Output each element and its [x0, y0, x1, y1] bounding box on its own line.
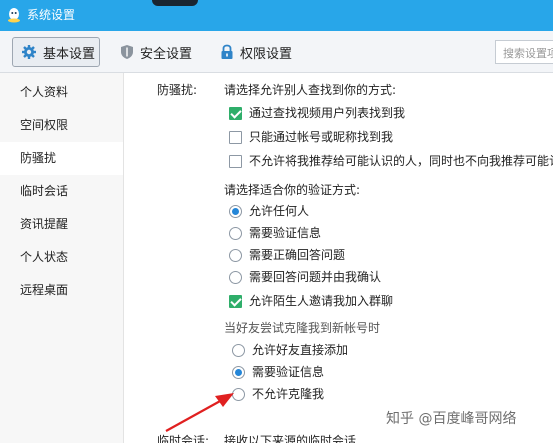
radio-clone-deny-label: 不允许克隆我 [252, 387, 325, 401]
window-title: 系统设置 [27, 8, 76, 22]
title-bar-decoration [152, 0, 198, 6]
tab-permission-settings[interactable]: 权限设置 [220, 37, 310, 67]
checkbox-no-recommend-label: 不允许将我推荐给可能认识的人，同时也不向我推荐可能认识的人 [249, 154, 553, 168]
shield-icon [121, 45, 133, 59]
radio-correct-answer[interactable] [229, 249, 242, 262]
checkbox-find-by-account[interactable] [229, 131, 242, 144]
radio-answer-confirm-label: 需要回答问题并由我确认 [249, 270, 382, 284]
radio-clone-allow-label: 允许好友直接添加 [252, 343, 349, 357]
checkbox-find-video-list-label: 通过查找视频用户列表找到我 [249, 106, 406, 120]
radio-clone-verify-label: 需要验证信息 [252, 365, 325, 379]
radio-need-verification-label: 需要验证信息 [249, 226, 322, 240]
watermark: 知乎 @百度峰哥网络 [386, 411, 517, 427]
lock-icon [221, 44, 233, 59]
sidebar-item-status[interactable]: 个人状态 [0, 241, 123, 274]
checkbox-group-invite-label: 允许陌生人邀请我加入群聊 [249, 294, 394, 308]
clone-heading: 当好友尝试克隆我到新帐号时 [224, 321, 381, 335]
checkbox-group-invite[interactable] [229, 295, 242, 308]
sidebar-item-space-permission[interactable]: 空间权限 [0, 109, 123, 142]
radio-need-verification[interactable] [229, 227, 242, 240]
section-label-temp-session: 临时会话: [157, 434, 210, 443]
radio-allow-anyone-label: 允许任何人 [249, 204, 310, 218]
radio-allow-anyone[interactable] [229, 205, 242, 218]
sidebar-item-remote-desktop[interactable]: 远程桌面 [0, 274, 123, 307]
top-toolbar: 基本设置 安全设置 权限设置 搜索设置项 [0, 31, 553, 73]
gear-icon [22, 45, 36, 59]
tab-basic-settings-label: 基本设置 [43, 46, 96, 62]
checkbox-no-recommend[interactable] [229, 155, 242, 168]
search-input[interactable]: 搜索设置项 [495, 40, 553, 64]
app-logo-icon [8, 8, 20, 23]
temp-session-text: 接收以下来源的临时会话 [224, 434, 357, 443]
radio-answer-confirm[interactable] [229, 271, 242, 284]
radio-clone-allow[interactable] [232, 344, 245, 357]
radio-correct-answer-label: 需要正确回答问题 [249, 248, 346, 262]
settings-content: 防骚扰: 请选择允许别人查找到你的方式: 通过查找视频用户列表找到我 只能通过帐… [125, 73, 553, 443]
tab-security-settings[interactable]: 安全设置 [120, 37, 210, 67]
section-label-anti-harassment: 防骚扰: [157, 83, 198, 97]
tab-basic-settings[interactable]: 基本设置 [12, 37, 100, 67]
red-arrow-annotation [165, 393, 234, 432]
checkbox-find-video-list[interactable] [229, 107, 242, 120]
sidebar-item-anti-harassment[interactable]: 防骚扰 [0, 142, 123, 175]
sidebar-item-profile[interactable]: 个人资料 [0, 76, 123, 109]
title-bar: 系统设置 [0, 0, 553, 31]
find-method-heading: 请选择允许别人查找到你的方式: [224, 83, 397, 97]
radio-clone-verify[interactable] [232, 366, 245, 379]
tab-permission-settings-label: 权限设置 [240, 46, 293, 62]
sidebar-item-temp-session[interactable]: 临时会话 [0, 175, 123, 208]
sidebar-item-news-alerts[interactable]: 资讯提醒 [0, 208, 123, 241]
sidebar: 个人资料 空间权限 防骚扰 临时会话 资讯提醒 个人状态 远程桌面 [0, 73, 124, 443]
tab-security-settings-label: 安全设置 [140, 46, 193, 62]
verify-method-heading: 请选择适合你的验证方式: [224, 183, 361, 197]
checkbox-find-by-account-label: 只能通过帐号或昵称找到我 [249, 130, 394, 144]
